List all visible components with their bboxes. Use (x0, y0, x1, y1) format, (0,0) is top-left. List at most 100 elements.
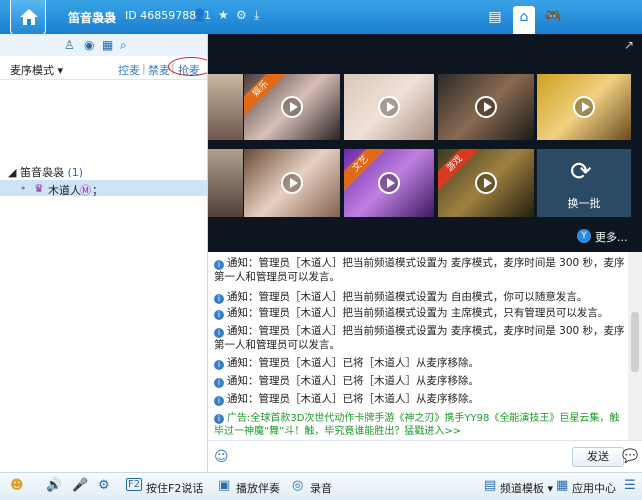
tab-control-mic[interactable]: 控麦 (118, 62, 140, 78)
play-icon[interactable] (378, 96, 400, 118)
play-icon[interactable] (573, 96, 595, 118)
message-item: i 通知：管理员［木道人］已将［木道人］从麦序移除。 (214, 356, 626, 370)
info-icon: i (214, 310, 224, 320)
record-icon[interactable]: ◎ (292, 478, 303, 493)
send-button[interactable]: 发送 (572, 447, 624, 467)
smiley-icon[interactable]: ☻ (10, 478, 24, 493)
search-icon[interactable]: ⌕ (120, 38, 127, 53)
info-icon: i (214, 378, 224, 388)
play-icon[interactable] (475, 96, 497, 118)
message-text: 通知：管理员［木道人］已将［木道人］从麦序移除。 (227, 357, 479, 369)
tab-ban-mic[interactable]: 禁麦 (148, 62, 170, 78)
tree-expand-icon[interactable]: ◢ (8, 166, 16, 179)
app-center-button[interactable]: 应用中心 (572, 480, 616, 496)
channel-id: ID 46859788 (125, 9, 197, 22)
message-text: 通知：管理员［木道人］已将［木道人］从麦序移除。 (227, 393, 479, 405)
speaker-icon[interactable]: 🔊 (46, 478, 62, 493)
video-thumb[interactable] (344, 74, 434, 140)
emoji-icon[interactable]: ☺ (214, 449, 229, 465)
menu-icon[interactable]: ☰ (624, 478, 636, 493)
info-icon: i (214, 414, 224, 424)
refresh-button[interactable]: ⟳ 换一批 (537, 149, 631, 217)
message-text: 通知：管理员［木道人］把当前频道模式设置为 自由模式，你可以随意发言。 (227, 291, 588, 303)
mode-select[interactable]: 麦序模式 ▾ (10, 62, 63, 78)
message-item: i 通知：管理员［木道人］已将［木道人］从麦序移除。 (214, 374, 626, 388)
ad-text: 广告:全球首款3D次世代动作卡牌手游《神之刃》携手YY98《全能演技王》巨星云集… (214, 413, 620, 437)
settings-icon[interactable]: ⚙ (98, 478, 110, 493)
video-thumb[interactable]: 游戏 (438, 149, 534, 217)
refresh-label: 换一批 (567, 197, 601, 210)
play-accompany-button[interactable]: 播放伴奏 (236, 480, 280, 496)
tree-root-label: 笛音袅袅 (19, 166, 64, 179)
dot-icon: • (20, 182, 27, 195)
user-suffix: ； (92, 184, 103, 197)
home-button[interactable] (10, 0, 46, 36)
scrollbar-thumb[interactable] (631, 312, 639, 372)
video-thumb[interactable] (438, 74, 534, 140)
chat-options-icon[interactable]: 💬 (622, 449, 638, 464)
tree-user-row[interactable]: • ♛ 木道人 Ⓜ ； (0, 180, 207, 197)
microphone-icon[interactable]: 🎤 (72, 478, 88, 493)
video-thumb[interactable] (537, 74, 631, 140)
star-icon[interactable]: ★ (218, 8, 229, 22)
chat-input-row[interactable]: ☺ 发送 💬 (208, 440, 642, 472)
tab-separator: | (142, 62, 146, 75)
yy-logo-icon: Y (577, 229, 591, 243)
message-scrollbar[interactable] (628, 252, 642, 440)
user-icon[interactable]: ♙ (64, 38, 75, 52)
online-count: 1 (204, 9, 211, 22)
admin-icon: ♛ (34, 182, 44, 195)
channel-template-button[interactable]: 频道模板 ▾ (500, 480, 553, 496)
mic-icon: Ⓜ (80, 184, 91, 197)
info-icon: i (214, 328, 224, 338)
expand-arrow-icon[interactable]: ↗ (624, 38, 634, 52)
mode-label: 麦序模式 (10, 64, 54, 77)
info-icon: i (214, 396, 224, 406)
apps-icon[interactable]: ▦ (102, 38, 113, 52)
location-icon[interactable]: ◉ (84, 38, 94, 52)
game-icon[interactable]: 🎮 (542, 6, 564, 28)
play-icon[interactable] (281, 172, 303, 194)
info-icon: i (214, 260, 224, 270)
info-icon: i (214, 294, 224, 304)
gear-icon[interactable]: ⚙ (236, 8, 247, 22)
message-text: 通知：管理员［木道人］把当前频道模式设置为 主席模式，只有管理员可以发言。 (227, 307, 609, 319)
template-icon[interactable]: ▤ (484, 478, 496, 493)
left-toolbar: ♙ ◉ ▦ ⌕ (0, 34, 207, 56)
channel-icon[interactable]: ⌂ (513, 6, 535, 34)
video-thumb[interactable] (208, 74, 243, 140)
message-text: 通知：管理员［木道人］已将［木道人］从麦序移除。 (227, 375, 479, 387)
channel-template-label: 频道模板 (500, 482, 544, 495)
more-link[interactable]: 更多... (595, 229, 628, 245)
refresh-icon: ⟳ (570, 157, 592, 187)
bottom-bar: ☻ 🔊 🎤 ⚙ F2 按住F2说话 ▣ 播放伴奏 ◎ 录音 ▤ 频道模板 ▾ ▦… (0, 472, 642, 500)
download-icon[interactable]: ⤓ (254, 8, 259, 23)
news-icon[interactable]: ▤ (484, 6, 506, 28)
message-text: 通知：管理员［木道人］把当前频道模式设置为 麦序模式，麦序时间是 300 秒，麦… (214, 257, 625, 283)
message-text: 通知：管理员［木道人］把当前频道模式设置为 麦序模式，麦序时间是 300 秒，麦… (214, 325, 625, 351)
message-item: i 通知：管理员［木道人］已将［木道人］从麦序移除。 (214, 392, 626, 406)
app-center-icon[interactable]: ▦ (556, 478, 568, 493)
message-item: i 通知：管理员［木道人］把当前频道模式设置为 主席模式，只有管理员可以发言。 (214, 306, 626, 320)
play-icon[interactable] (378, 172, 400, 194)
message-item: i 通知：管理员［木道人］把当前频道模式设置为 自由模式，你可以随意发言。 (214, 290, 626, 304)
f2-key-icon: F2 (126, 478, 143, 491)
ad-banner[interactable]: i 广告:全球首款3D次世代动作卡牌手游《神之刃》携手YY98《全能演技王》巨星云… (214, 412, 624, 438)
message-item: i 通知：管理员［木道人］把当前频道模式设置为 麦序模式，麦序时间是 300 秒，… (214, 256, 626, 284)
play-icon[interactable] (281, 96, 303, 118)
video-thumb[interactable]: 文艺 (344, 149, 434, 217)
play-icon[interactable] (475, 172, 497, 194)
video-panel: ↗ (208, 34, 642, 252)
video-thumb[interactable] (244, 149, 340, 217)
accompany-icon[interactable]: ▣ (218, 478, 230, 493)
tree-root[interactable]: ◢ 笛音袅袅 (1) (8, 164, 83, 180)
message-item: i 通知：管理员［木道人］把当前频道模式设置为 麦序模式，麦序时间是 300 秒，… (214, 324, 626, 352)
push-to-talk-button[interactable]: 按住F2说话 (146, 480, 203, 496)
video-thumb[interactable] (208, 149, 243, 217)
video-thumb[interactable]: 娱乐 (244, 74, 340, 140)
channel-title: 笛音袅袅 (68, 11, 117, 25)
title-bar: 笛音袅袅 ID 46859788 👤 1 ★ ⚙ ⤓ ▤ ⌂ 🎮 (0, 0, 642, 36)
home-icon (20, 9, 38, 25)
tree-root-count: (1) (67, 166, 84, 179)
record-button[interactable]: 录音 (310, 480, 332, 496)
